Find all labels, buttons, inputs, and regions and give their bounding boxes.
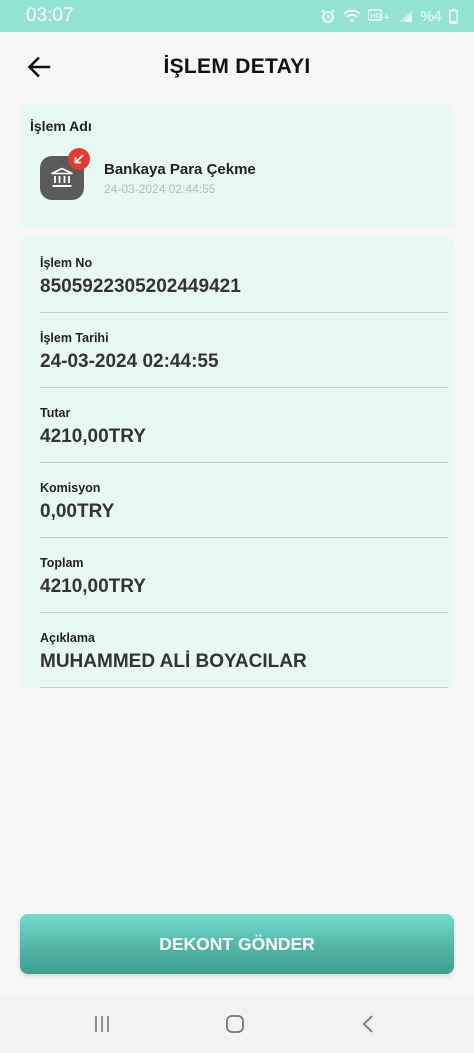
field-value: 0,00TRY: [40, 501, 115, 522]
header: İŞLEM DETAYI: [0, 32, 474, 102]
transaction-name-label: İşlem Adı: [30, 118, 92, 134]
send-receipt-button[interactable]: DEKONT GÖNDER: [20, 914, 454, 974]
back-button[interactable]: [24, 52, 54, 82]
field-value: 4210,00TRY: [40, 576, 146, 597]
field-label: Komisyon: [40, 481, 101, 495]
battery-text: %4: [420, 7, 442, 25]
svg-text:+: +: [383, 13, 391, 23]
status-icons: HD + %4: [320, 8, 458, 25]
arrow-left-icon: [27, 56, 51, 78]
wifi-icon: [343, 9, 361, 23]
commission-field: Komisyon 0,00TRY: [40, 463, 448, 538]
svg-text:HD: HD: [371, 12, 382, 20]
amount-field: Tutar 4210,00TRY: [40, 388, 448, 463]
transaction-no-field: İşlem No 8505922305202449421: [40, 238, 448, 313]
field-value: MUHAMMED ALİ BOYACILAR: [40, 651, 307, 672]
field-label: Toplam: [40, 556, 84, 570]
transaction-name-card: İşlem Adı Bankaya Para Çekme 24-03-2024 …: [20, 104, 454, 228]
transaction-title: Bankaya Para Çekme: [104, 161, 256, 178]
description-field: Açıklama MUHAMMED ALİ BOYACILAR: [40, 613, 448, 688]
transaction-date: 24-03-2024 02:44:55: [104, 182, 216, 196]
field-value: 8505922305202449421: [40, 276, 241, 297]
field-label: İşlem Tarihi: [40, 331, 109, 345]
status-bar: 03:07 HD + %4: [0, 0, 474, 32]
signal-icon: [399, 9, 413, 23]
alarm-icon: [320, 8, 336, 24]
system-nav-bar: [0, 995, 474, 1053]
field-value: 24-03-2024 02:44:55: [40, 351, 219, 372]
field-label: İşlem No: [40, 256, 93, 270]
arrow-down-left-icon: [68, 148, 90, 170]
page-title: İŞLEM DETAYI: [163, 55, 311, 78]
chevron-left-icon: [362, 1015, 373, 1033]
field-label: Tutar: [40, 406, 71, 420]
field-value: 4210,00TRY: [40, 426, 146, 447]
home-button[interactable]: [220, 1009, 250, 1039]
status-time: 03:07: [26, 5, 74, 26]
field-label: Açıklama: [40, 631, 95, 645]
total-field: Toplam 4210,00TRY: [40, 538, 448, 613]
battery-icon: [449, 8, 458, 24]
back-nav-button[interactable]: [354, 1009, 384, 1039]
home-icon: [226, 1015, 244, 1033]
recent-apps-icon: [95, 1016, 109, 1032]
recent-apps-button[interactable]: [87, 1009, 117, 1039]
volte-icon: HD +: [368, 9, 392, 23]
transaction-details-card: İşlem No 8505922305202449421 İşlem Tarih…: [20, 238, 454, 688]
transaction-date-field: İşlem Tarihi 24-03-2024 02:44:55: [40, 313, 448, 388]
